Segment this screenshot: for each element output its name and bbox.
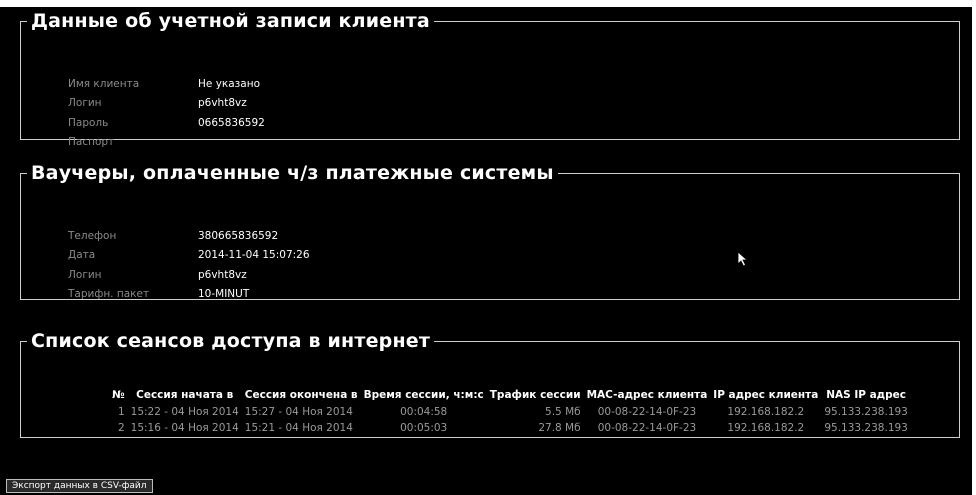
field-tariff: Тарифн. пакет 10-MINUT [68,285,310,305]
cell-number: 1 [117,406,125,418]
field-login: Логин p6vht8vz [68,265,310,285]
field-password: Пароль 0665836592 [68,113,265,133]
table-header-row: № Сессия начата в Сессия окончена в Врем… [109,386,911,404]
field-label: Имя клиента [68,77,140,90]
col-session-start: Сессия начата в [136,389,234,401]
cell-traffic: 5.5 Мб [545,406,581,418]
cell-nas-ip: 95.133.238.193 [824,422,908,434]
field-label: Пароль [68,116,109,129]
account-fields: Имя клиента Не указано Логин p6vht8vz Па… [68,74,265,152]
field-client-name: Имя клиента Не указано [68,74,265,94]
export-csv-button[interactable]: Экспорт данных в CSV-файл [6,479,153,493]
sessions-section: Список сеансов доступа в интернет № Сесс… [20,330,960,438]
table-row: 1 15:22 - 04 Ноя 2014 15:27 - 04 Ноя 201… [109,404,911,420]
window-right-edge [972,0,976,495]
field-label: Логин [68,268,102,281]
field-value: 10-MINUT [198,288,250,301]
field-value: p6vht8vz [198,97,247,110]
field-value: Не указано [198,77,260,90]
cell-end: 15:27 - 04 Ноя 2014 [244,406,353,418]
field-date: Дата 2014-11-04 15:07:26 [68,246,310,266]
cell-start: 15:22 - 04 Ноя 2014 [130,406,239,418]
field-passport: Паспорт [68,133,265,153]
col-number: № [112,389,125,401]
cell-client-ip: 192.168.182.2 [727,422,805,434]
field-value: p6vht8vz [198,268,247,281]
cell-client-ip: 192.168.182.2 [727,406,805,418]
col-session-traffic: Трафик сессии [489,389,581,401]
mouse-cursor-icon [737,251,749,267]
col-session-end: Сессия окончена в [244,389,358,401]
col-session-duration: Время сессии, ч:м:с [363,389,484,401]
field-label: Паспорт [68,136,115,149]
table-row: 2 15:16 - 04 Ноя 2014 15:21 - 04 Ноя 201… [109,420,911,436]
vouchers-section: Ваучеры, оплаченные ч/з платежные систем… [20,162,960,300]
field-phone: Телефон 380665836592 [68,226,310,246]
field-label: Логин [68,97,102,110]
sessions-table: № Сессия начата в Сессия окончена в Врем… [109,386,911,436]
field-value: 2014-11-04 15:07:26 [198,249,310,262]
vouchers-section-title: Ваучеры, оплаченные ч/з платежные систем… [31,162,554,184]
cell-number: 2 [117,422,125,434]
cell-nas-ip: 95.133.238.193 [824,406,908,418]
cell-mac: 00-08-22-14-0F-23 [597,406,697,418]
field-label: Телефон [68,229,117,242]
field-label: Тарифн. пакет [68,288,150,301]
cell-start: 15:16 - 04 Ноя 2014 [130,422,239,434]
voucher-fields: Телефон 380665836592 Дата 2014-11-04 15:… [68,226,310,304]
field-value: 380665836592 [198,229,279,242]
account-section-title: Данные об учетной записи клиента [31,10,430,32]
col-client-ip: IP адрес клиента [713,389,819,401]
window-top-edge [0,0,976,7]
col-mac-address: MAC-адрес клиента [586,389,708,401]
field-label: Дата [68,249,96,262]
col-nas-ip: NAS IP адрес [826,389,907,401]
cell-duration: 00:04:58 [400,406,448,418]
account-section: Данные об учетной записи клиента Имя кли… [20,10,960,148]
field-login: Логин p6vht8vz [68,94,265,114]
cell-duration: 00:05:03 [400,422,448,434]
cell-end: 15:21 - 04 Ноя 2014 [244,422,353,434]
sessions-section-title: Список сеансов доступа в интернет [31,330,431,352]
cell-mac: 00-08-22-14-0F-23 [597,422,697,434]
field-value: 0665836592 [198,116,265,129]
cell-traffic: 27.8 Мб [538,422,581,434]
